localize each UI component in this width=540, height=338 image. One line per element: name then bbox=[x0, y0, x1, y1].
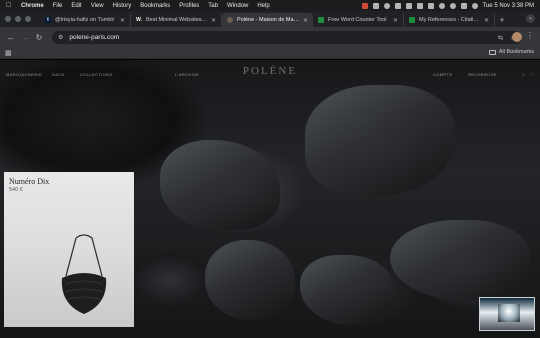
w-favicon-icon: W. bbox=[136, 17, 142, 23]
folder-icon bbox=[488, 49, 496, 55]
hero-image-rock bbox=[390, 220, 530, 300]
heart-status-icon[interactable] bbox=[394, 2, 401, 9]
bluetooth-icon[interactable] bbox=[416, 2, 423, 9]
nav-icons: ⌂ ◌ bbox=[522, 72, 534, 78]
sheets-favicon-icon bbox=[409, 17, 415, 23]
tab-tumblr[interactable]: t @trisyia-hafiz on Tumblr ✕ bbox=[40, 13, 131, 27]
menu-tab[interactable]: Tab bbox=[208, 3, 218, 9]
close-tab-icon[interactable]: ✕ bbox=[393, 17, 398, 24]
nav-collections[interactable]: COLLECTIONS bbox=[80, 72, 113, 77]
menu-window[interactable]: Window bbox=[227, 3, 248, 9]
url-text[interactable]: polene-paris.com bbox=[69, 34, 490, 41]
video-preview-thumbnail[interactable] bbox=[479, 297, 535, 331]
menu-app[interactable]: Chrome bbox=[21, 3, 44, 9]
back-button[interactable]: ← bbox=[5, 31, 17, 43]
tab-minimal-websites[interactable]: W. Best Minimal Websites | … ✕ bbox=[131, 13, 222, 27]
browser-toolbar: ← → ↻ ⚙ polene-paris.com ⇆ ☆ ⋮ bbox=[0, 27, 540, 47]
menu-clock[interactable]: Tue 5 Nov 3:38 PM bbox=[483, 3, 534, 9]
menu-history[interactable]: History bbox=[113, 3, 132, 9]
tab-search-icon[interactable]: ⌄ bbox=[526, 14, 535, 23]
tab-title: Polène - Maison de Maro… bbox=[237, 17, 300, 23]
app-status-icon[interactable] bbox=[361, 2, 368, 9]
tumblr-favicon-icon: t bbox=[45, 17, 51, 23]
wifi-icon[interactable] bbox=[438, 2, 445, 9]
tab-strip: t @trisyia-hafiz on Tumblr ✕ W. Best Min… bbox=[0, 11, 540, 27]
nav-sacs[interactable]: SACS bbox=[52, 72, 65, 77]
product-card[interactable]: Numéro Dix 540 € bbox=[4, 172, 134, 327]
tab-title: My References - Citation… bbox=[419, 17, 481, 23]
macos-menu-bar:  Chrome File Edit View History Bookmark… bbox=[0, 0, 540, 11]
nav-archive[interactable]: L'ARCHIVE bbox=[175, 72, 199, 77]
close-tab-icon[interactable]: ✕ bbox=[303, 17, 308, 24]
preview-image bbox=[498, 304, 520, 322]
nav-search[interactable]: RECHERCHE bbox=[468, 72, 497, 77]
zoom-window-button[interactable] bbox=[25, 16, 31, 22]
search-spotlight-icon[interactable] bbox=[449, 2, 456, 9]
window-controls bbox=[5, 16, 31, 22]
tab-title: Best Minimal Websites | … bbox=[146, 17, 208, 23]
bag-icon[interactable]: ⌂ bbox=[522, 72, 525, 78]
record-status-icon[interactable] bbox=[383, 2, 390, 9]
menu-edit[interactable]: Edit bbox=[71, 3, 81, 9]
hero-image-rock bbox=[160, 140, 280, 230]
new-tab-button[interactable]: + bbox=[495, 13, 509, 27]
close-tab-icon[interactable]: ✕ bbox=[211, 17, 216, 24]
close-tab-icon[interactable]: ✕ bbox=[120, 17, 125, 24]
minimize-window-button[interactable] bbox=[15, 16, 21, 22]
bookmarks-bar: ▦ All Bookmarks bbox=[0, 47, 540, 59]
translate-icon[interactable]: ⇆ bbox=[498, 34, 503, 42]
close-window-button[interactable] bbox=[5, 16, 11, 22]
close-tab-icon[interactable]: ✕ bbox=[484, 17, 489, 24]
polene-favicon-icon bbox=[227, 17, 233, 23]
tab-title: Free Word Counter Tool bbox=[328, 17, 387, 23]
tab-references[interactable]: My References - Citation… ✕ bbox=[404, 13, 495, 27]
nav-maroquinerie[interactable]: MAROQUINERIE bbox=[6, 72, 42, 77]
hero-image-rock bbox=[205, 240, 295, 320]
site-info-icon[interactable]: ⚙ bbox=[58, 34, 63, 41]
cart-icon[interactable]: ◌ bbox=[531, 72, 534, 78]
control-center-icon[interactable] bbox=[460, 2, 467, 9]
apps-grid-icon[interactable]: ▦ bbox=[5, 49, 12, 57]
siri-icon[interactable] bbox=[471, 2, 478, 9]
brand-logo[interactable]: POLÈNE bbox=[241, 65, 299, 77]
address-bar[interactable]: ⚙ polene-paris.com ⇆ ☆ bbox=[52, 31, 522, 44]
web-page: MAROQUINERIE SACS COLLECTIONS L'ARCHIVE … bbox=[0, 60, 540, 338]
menu-file[interactable]: File bbox=[53, 3, 63, 9]
sheets-favicon-icon bbox=[318, 17, 324, 23]
chrome-menu-icon[interactable]: ⋮ bbox=[526, 31, 534, 40]
hero-image-rock bbox=[300, 255, 395, 325]
all-bookmarks-label: All Bookmarks bbox=[498, 49, 534, 55]
profile-avatar[interactable] bbox=[512, 32, 522, 42]
forward-button[interactable]: → bbox=[19, 31, 31, 43]
product-price: 540 € bbox=[9, 187, 23, 193]
all-bookmarks-button[interactable]: All Bookmarks bbox=[488, 49, 534, 55]
status-area: Tue 5 Nov 3:38 PM bbox=[361, 0, 534, 11]
product-title: Numéro Dix bbox=[9, 177, 50, 186]
reload-button[interactable]: ↻ bbox=[33, 31, 45, 43]
hero-image-rock bbox=[305, 85, 455, 195]
nav-account[interactable]: COMPTE bbox=[433, 72, 453, 77]
grid-status-icon[interactable] bbox=[372, 2, 379, 9]
menu-view[interactable]: View bbox=[91, 3, 104, 9]
tab-word-counter[interactable]: Free Word Counter Tool ✕ bbox=[313, 13, 404, 27]
tab-polene[interactable]: Polène - Maison de Maro… ✕ bbox=[222, 13, 313, 27]
handbag-image bbox=[61, 234, 107, 314]
apple-icon[interactable]:  bbox=[6, 2, 14, 9]
tab-title: @trisyia-hafiz on Tumblr bbox=[55, 17, 115, 23]
menu-help[interactable]: Help bbox=[257, 3, 269, 9]
menu-profiles[interactable]: Profiles bbox=[179, 3, 199, 9]
menu-bookmarks[interactable]: Bookmarks bbox=[140, 3, 170, 9]
battery-icon[interactable] bbox=[427, 2, 434, 9]
cloud-status-icon[interactable] bbox=[405, 2, 412, 9]
